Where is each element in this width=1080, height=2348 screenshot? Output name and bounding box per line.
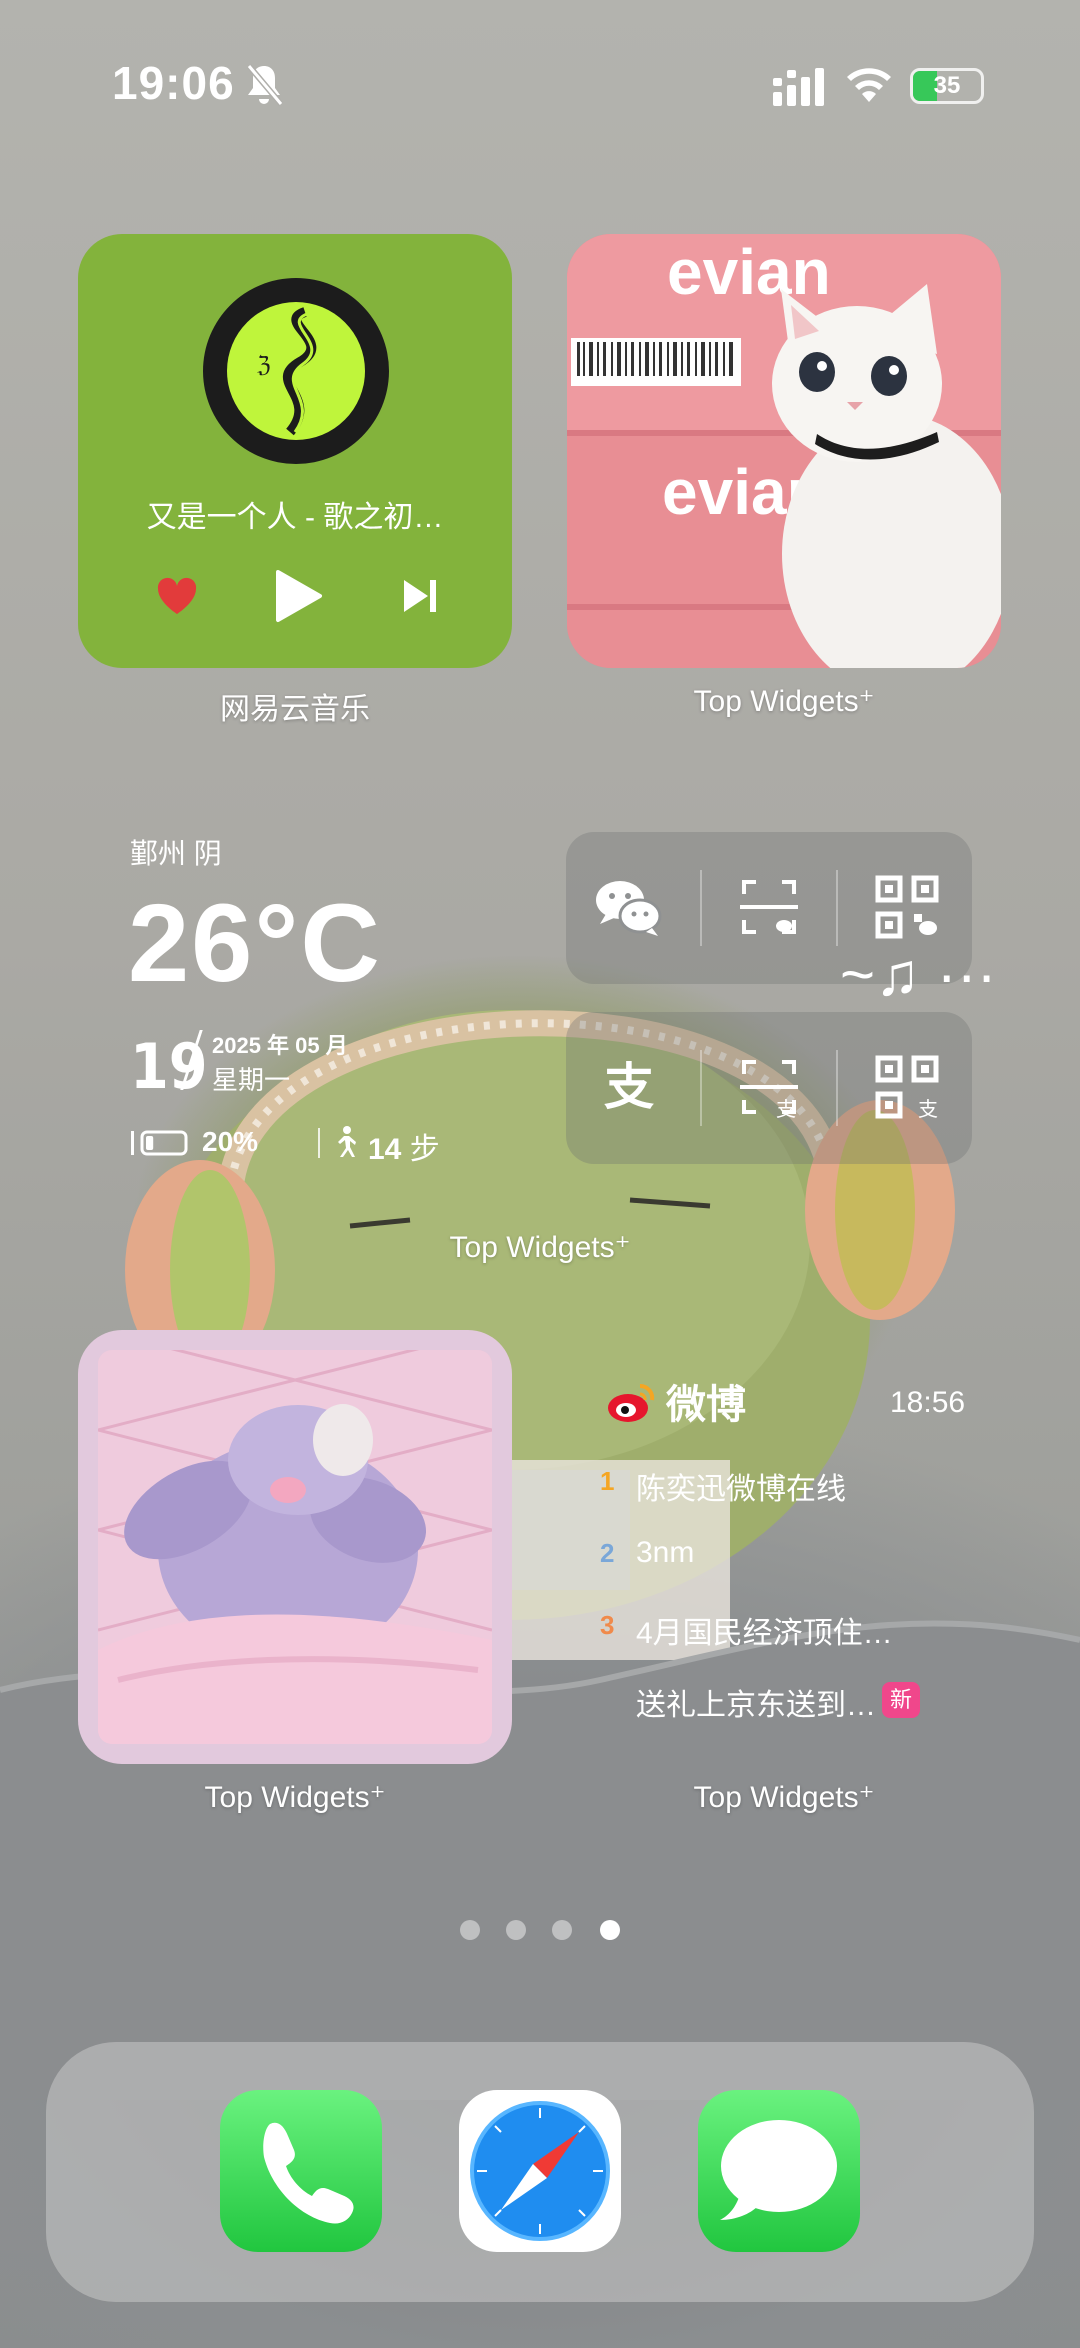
stats-divider xyxy=(318,1128,320,1158)
svg-text:支: 支 xyxy=(918,1097,938,1121)
bunny-photo xyxy=(98,1350,492,1744)
weibo-widget-label: Top Widgets⁺ xyxy=(693,1781,875,1814)
svg-text:支: 支 xyxy=(776,1097,796,1121)
svg-text:evian: evian xyxy=(667,236,831,308)
next-track-icon[interactable] xyxy=(400,576,440,616)
messages-icon xyxy=(720,2120,837,2220)
date-weekday: 星期一 xyxy=(212,1065,291,1095)
svg-text:ℨ: ℨ xyxy=(257,353,271,378)
alipay-qr-icon[interactable]: 支 xyxy=(860,1040,954,1134)
bell-slash-icon xyxy=(244,62,284,108)
status-bar: 19:06 35 xyxy=(0,0,1080,150)
heart-icon[interactable] xyxy=(154,574,200,620)
trend-rank: 1 xyxy=(600,1466,615,1496)
photo-widget-bunny[interactable] xyxy=(78,1330,512,1764)
cat-photo: evian evian xyxy=(567,234,1001,668)
walking-icon xyxy=(330,1126,360,1158)
svg-text:支: 支 xyxy=(604,1058,654,1116)
photo-widget-cat[interactable]: evian evian xyxy=(567,234,1001,668)
steps-unit: 步 xyxy=(409,1133,440,1166)
weather-location: 鄞州 阴 xyxy=(130,838,222,869)
photo-widget-2-label: Top Widgets⁺ xyxy=(204,1781,386,1814)
status-time: 19:06 xyxy=(112,57,235,109)
shortcut-widget-label: Top Widgets⁺ xyxy=(449,1231,631,1264)
trend-text: 送礼上京东送到… xyxy=(636,1689,876,1722)
phone-icon xyxy=(263,2122,354,2224)
weibo-title: 微博 xyxy=(666,1383,746,1427)
cellular-signal-icon xyxy=(773,68,825,106)
page-dot-active[interactable] xyxy=(600,1920,620,1940)
weibo-trend-item[interactable]: 2 3nm xyxy=(600,1536,980,1586)
album-cover: ℨ xyxy=(203,278,389,464)
weibo-trend-item[interactable]: 1 陈奕迅微博在线 xyxy=(600,1464,980,1514)
trend-text: 陈奕迅微博在线 xyxy=(636,1473,846,1506)
music-widget[interactable]: ℨ 又是一个人 - 歌之初… xyxy=(78,234,512,668)
photo-widget-1-label: Top Widgets⁺ xyxy=(693,685,875,718)
music-note-icon: ~♫ ··· xyxy=(840,941,997,1008)
alipay-scan-icon[interactable]: 支 xyxy=(722,1040,816,1134)
messages-app[interactable] xyxy=(698,2090,860,2252)
shortcut-divider xyxy=(836,870,838,946)
song-title: 又是一个人 - 歌之初… xyxy=(146,501,444,534)
weather-temperature: 26°C xyxy=(128,882,382,1005)
safari-app[interactable] xyxy=(459,2090,621,2252)
new-badge: 新 xyxy=(882,1682,920,1718)
shortcut-divider xyxy=(700,870,702,946)
play-icon[interactable] xyxy=(268,568,324,624)
wechat-icon[interactable] xyxy=(582,860,676,954)
page-dot[interactable] xyxy=(552,1920,572,1940)
battery-percent: 35 xyxy=(933,72,961,99)
shortcut-divider xyxy=(836,1050,838,1126)
battery-charging-icon: 35 xyxy=(910,68,984,104)
alipay-icon[interactable]: 支 xyxy=(582,1040,676,1134)
trend-text: 4月国民经济顶住… xyxy=(636,1617,893,1650)
weibo-time: 18:56 xyxy=(890,1386,966,1419)
battery-value: 20% xyxy=(202,1126,259,1157)
steps-count: 14 xyxy=(368,1133,402,1166)
phone-app[interactable] xyxy=(220,2090,382,2252)
wechat-scan-icon[interactable] xyxy=(722,860,816,954)
wifi-icon xyxy=(845,64,893,104)
battery-icon xyxy=(130,1130,190,1156)
steps-value: 14 步 xyxy=(368,1124,440,1168)
page-dot[interactable] xyxy=(460,1920,480,1940)
weibo-logo-icon xyxy=(606,1380,658,1424)
trend-text: 3nm xyxy=(636,1536,695,1569)
weibo-trend-item[interactable]: 3 4月国民经济顶住… xyxy=(600,1608,980,1658)
trend-rank: 2 xyxy=(600,1538,615,1568)
page-dot[interactable] xyxy=(506,1920,526,1940)
safari-compass-icon xyxy=(470,2101,610,2241)
weibo-trend-item[interactable]: 送礼上京东送到… 新 xyxy=(600,1680,980,1730)
shortcut-divider xyxy=(700,1050,702,1126)
trend-rank: 3 xyxy=(600,1610,615,1640)
date-year-month: 2025 年 05 月 xyxy=(212,1033,348,1058)
music-widget-label: 网易云音乐 xyxy=(220,693,370,726)
alipay-shortcuts-row: 支 支 支 xyxy=(566,1012,972,1164)
